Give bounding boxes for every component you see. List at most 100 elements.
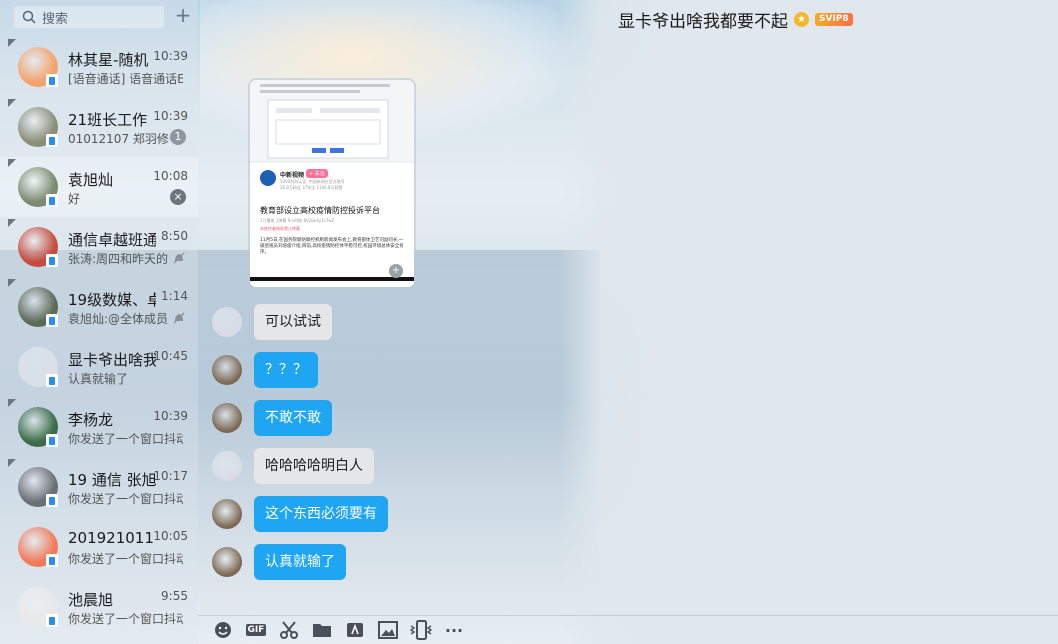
card-icon[interactable] [344,619,366,641]
message-row: 认真就输了 [212,544,346,580]
pin-corner-icon [8,459,16,467]
message-bubble[interactable]: 不敢不敢 [254,400,332,436]
follow-button: + 关注 [306,169,328,178]
conversation-preview: 你发送了一个窗口抖动 [68,432,183,446]
conversation-preview: 01012107 郑羽修 [68,132,169,146]
device-icon [46,434,58,447]
message-row: 不敢不敢 [212,400,332,436]
conversation-preview: 你发送了一个窗口抖动 [68,492,183,506]
device-icon [46,554,58,567]
conversation-time: 10:45 [153,349,188,363]
conversation-name: 19 通信 张旭 [68,471,156,489]
avatar[interactable] [212,451,242,481]
emoji-icon[interactable] [212,619,234,641]
repost-warning: 未经作者授权禁止转载 [260,226,300,231]
conversation-name: 显卡爷出啥我 [68,351,156,369]
conversation-item[interactable]: 袁旭灿 10:08 好 × [0,157,198,217]
conversation-time: 10:39 [153,109,188,123]
conversation-preview: 张涛:周四和昨天的 [68,252,169,266]
conversation-time: 9:55 [161,589,188,603]
mute-icon [173,252,185,264]
device-icon [46,254,58,267]
conversation-time: 10:39 [153,49,188,63]
conversation-name: 池晨旭 [68,591,114,609]
conversation-item[interactable]: 201921011 10:05 你发送了一个窗口抖动 [0,517,198,577]
message-row: 可以试试 [212,304,332,340]
message-bubble[interactable]: 认真就输了 [254,544,346,580]
search-placeholder: 搜索 [42,11,69,27]
conversation-name: 21班长工作 [68,111,148,129]
conversation-item[interactable]: 显卡爷出啥我 10:45 认真就输了 [0,337,198,397]
video-preview-card[interactable]: 中新视频 + 关注 5000科科认证: 中国新闻社官方账号 26.8万粉丝 37… [250,80,414,287]
conversation-name: 袁旭灿 [68,171,114,189]
device-icon [46,374,58,387]
pin-corner-icon [8,219,16,227]
conversation-preview: [语音通话] 语音通话E [68,72,183,86]
message-bubble[interactable]: 可以试试 [254,304,332,340]
pin-corner-icon [8,39,16,47]
conversation-name: 林其星-随机 [68,51,149,69]
gif-label: GIF [245,624,267,636]
close-icon[interactable]: × [170,189,186,205]
device-icon [46,134,58,147]
message-bubble[interactable]: 哈哈哈哈明白人 [254,448,374,484]
conversation-time: 1:14 [161,289,188,303]
mute-icon [173,312,185,324]
folder-icon[interactable] [311,619,333,641]
conversation-item[interactable]: 池晨旭 9:55 你发送了一个窗口抖动 [0,577,198,637]
conversation-time: 8:50 [161,229,188,243]
conversation-item[interactable]: 19级数媒、卓 1:14 袁旭灿:@全体成员 [0,277,198,337]
chat-title: 显卡爷出啥我都要不起 [618,12,788,32]
video-headline: 教育部设立高校疫情防控投诉平台 [260,206,380,215]
avatar[interactable] [212,499,242,529]
conversation-time: 10:08 [153,169,188,183]
progress-bar [250,277,414,281]
channel-avatar [260,170,276,186]
chat-area: 中新视频 + 关注 5000科科认证: 中国新闻社官方账号 26.8万粉丝 37… [198,37,1058,615]
search-icon [22,10,36,24]
scissors-icon[interactable] [278,619,300,641]
search-input[interactable]: 搜索 [14,6,164,28]
pin-corner-icon [8,159,16,167]
crown-icon: ★ [794,12,809,27]
pin-corner-icon [8,99,16,107]
conversation-sidebar: 搜索 + 林其星-随机 10:39 [语音通话] 语音通话E 21班长工作 10:39 0… [0,0,198,644]
conversation-item[interactable]: 林其星-随机 10:39 [语音通话] 语音通话E [0,37,198,97]
conversation-time: 10:05 [153,529,188,543]
channel-stats: 26.8万粉丝 37关注 1106.8万获赞 [280,185,343,190]
device-icon [46,494,58,507]
conversation-item[interactable]: 通信卓越班通 8:50 张涛:周四和昨天的 [0,217,198,277]
message-bubble[interactable]: ？？？ [254,352,318,388]
conversation-item[interactable]: 19 通信 张旭 10:17 你发送了一个窗口抖动 [0,457,198,517]
avatar[interactable] [212,355,242,385]
message-bubble[interactable]: 这个东西必须要有 [254,496,388,532]
conversation-preview: 你发送了一个窗口抖动 [68,612,183,626]
conversation-name: 通信卓越班通 [68,231,156,249]
more-icon[interactable]: ··· [443,619,465,641]
zoom-icon[interactable]: + [389,264,403,278]
shake-icon[interactable] [410,619,432,641]
image-icon[interactable] [377,619,399,641]
conversation-preview: 认真就输了 [68,372,129,386]
avatar[interactable] [212,307,242,337]
device-icon [46,74,58,87]
conversation-item[interactable]: 21班长工作 10:39 01012107 郑羽修 1 [0,97,198,157]
video-description: 11月5日,在国务院联防联控机制新闻发布会上,教育部体卫艺司副司长,一级巡视员刘… [260,238,404,255]
avatar[interactable] [212,403,242,433]
conversation-name: 19级数媒、卓 [68,291,156,309]
conversation-name: 201921011 [68,529,154,547]
device-icon [46,614,58,627]
conversation-time: 10:39 [153,409,188,423]
message-row: 这个东西必须要有 [212,496,388,532]
gif-icon[interactable]: GIF [245,619,267,641]
message-row: 哈哈哈哈明白人 [212,448,374,484]
add-button[interactable]: + [172,5,194,27]
vip-badge: SVIP8 [815,13,853,26]
input-toolbar: GIF ··· [198,615,1058,644]
conversation-time: 10:17 [153,469,188,483]
avatar[interactable] [212,547,242,577]
conversation-item[interactable]: 李杨龙 10:39 你发送了一个窗口抖动 [0,397,198,457]
conversation-name: 李杨龙 [68,411,114,429]
video-stats: 1万播放 1弹幕 9小时前 BV1bk4y1c7wZ [260,218,335,223]
pin-corner-icon [8,279,16,287]
